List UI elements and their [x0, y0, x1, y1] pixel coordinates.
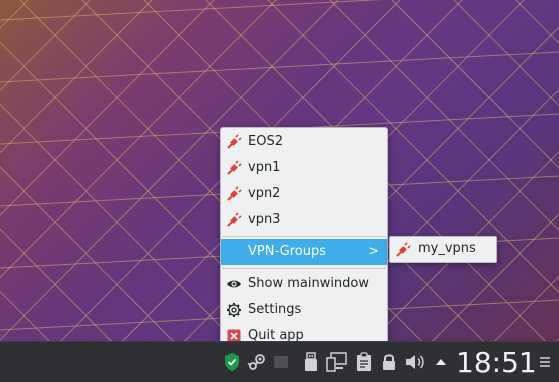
- panel-clock[interactable]: 18:51: [456, 344, 537, 381]
- menu-item-label: vpn3: [248, 212, 281, 227]
- vpn-plug-icon: [396, 242, 411, 257]
- vpn-groups-submenu: my_vpns: [389, 236, 497, 263]
- vpn-plug-icon: [227, 212, 242, 227]
- vpn-plug-icon: [227, 134, 242, 149]
- submenu-item-label: my_vpns: [418, 241, 476, 256]
- lock-icon[interactable]: [378, 351, 400, 373]
- vpn-plug-icon: [227, 186, 242, 201]
- menu-item-settings[interactable]: Settings: [221, 297, 387, 323]
- usb-drive-icon[interactable]: [300, 351, 322, 373]
- taskbar-panel: 18:51: [0, 341, 559, 382]
- submenu-item-my-vpns[interactable]: my_vpns: [390, 237, 496, 262]
- menu-item-label: EOS2: [248, 134, 283, 149]
- menu-item-vpn-groups[interactable]: VPN-Groups >: [221, 239, 387, 265]
- steam-icon[interactable]: [246, 351, 268, 373]
- menu-item-vpn1[interactable]: vpn1: [221, 155, 387, 181]
- menu-separator: [222, 236, 386, 237]
- menu-item-vpn3[interactable]: vpn3: [221, 207, 387, 233]
- arrow-up-icon[interactable]: [430, 351, 452, 373]
- menu-item-eos2[interactable]: EOS2: [221, 129, 387, 155]
- hamburger-icon[interactable]: [534, 351, 556, 373]
- menu-item-label: vpn1: [248, 160, 281, 175]
- menu-separator: [222, 268, 386, 269]
- clipboard-icon[interactable]: [353, 351, 375, 373]
- shield-check-icon[interactable]: [221, 351, 243, 373]
- chevron-right-icon: >: [368, 244, 379, 259]
- volume-icon[interactable]: [404, 351, 426, 373]
- eye-icon: [227, 280, 241, 288]
- network-icon[interactable]: [326, 351, 348, 373]
- tray-context-menu: EOS2 vpn1 vpn2 vpn3 VPN-Groups > Show ma…: [220, 127, 388, 348]
- menu-item-label: vpn2: [248, 186, 281, 201]
- menu-item-vpn2[interactable]: vpn2: [221, 181, 387, 207]
- vpn-plug-icon: [227, 160, 242, 175]
- menu-item-label: Settings: [248, 302, 302, 317]
- tray-placeholder-icon[interactable]: [270, 351, 292, 373]
- menu-item-label: VPN-Groups: [248, 244, 326, 259]
- gear-icon: [227, 303, 241, 317]
- menu-item-label: Show mainwindow: [248, 276, 370, 291]
- menu-item-show-mainwindow[interactable]: Show mainwindow: [221, 271, 387, 297]
